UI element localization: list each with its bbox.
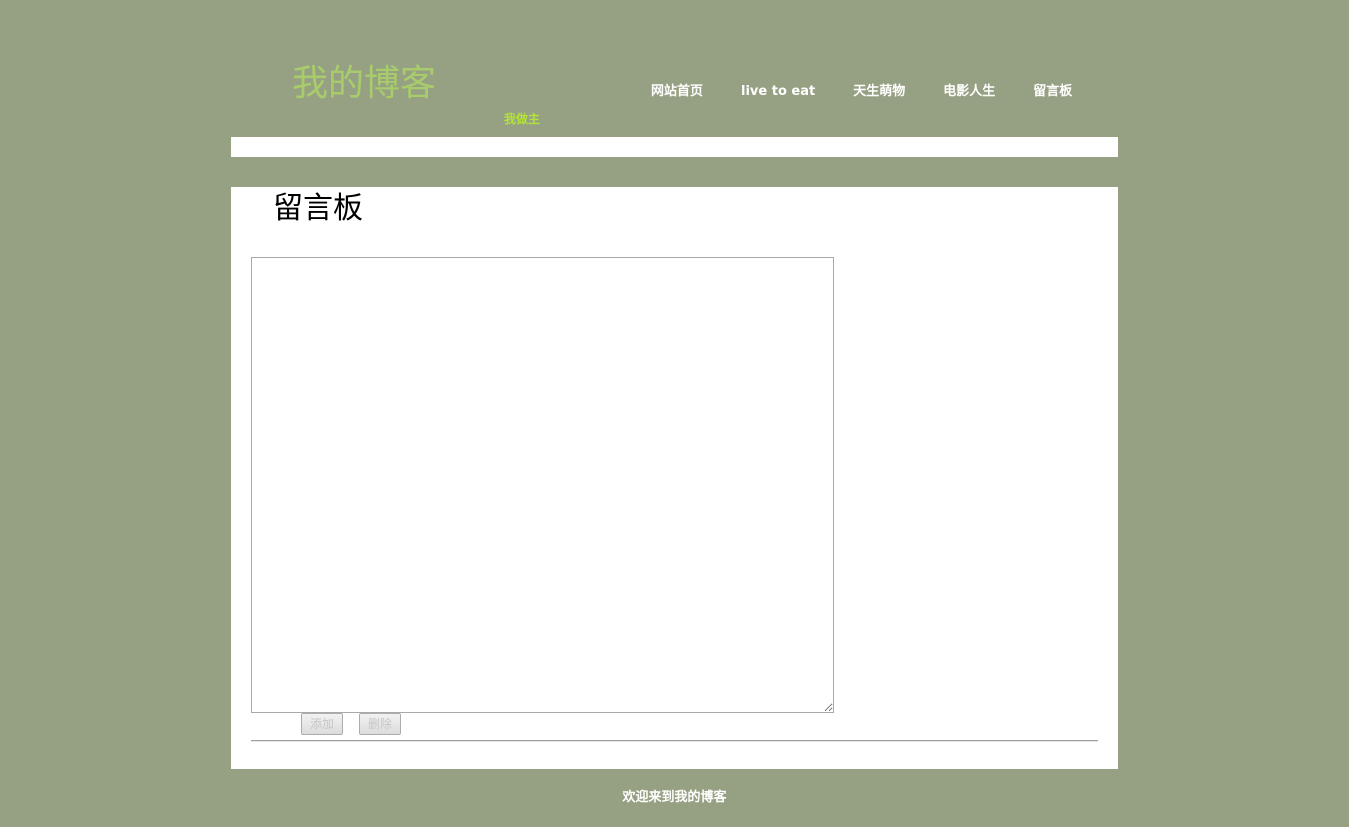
nav-item-live-to-eat[interactable]: live to eat — [741, 82, 815, 102]
header: 我的博客 我做主 网站首页 live to eat 天生萌物 电影人生 留言板 — [231, 0, 1118, 137]
main-nav: 网站首页 live to eat 天生萌物 电影人生 留言板 — [651, 82, 1072, 102]
site-title: 我的博客 — [292, 63, 437, 104]
content-divider — [251, 740, 1098, 742]
nav-item-movie-life[interactable]: 电影人生 — [943, 82, 995, 102]
message-textarea[interactable] — [251, 257, 834, 713]
site-subtitle: 我做主 — [504, 112, 541, 126]
header-divider-bar — [231, 137, 1118, 157]
footer-text: 欢迎来到我的博客 — [622, 790, 727, 805]
page-title: 留言板 — [273, 191, 363, 226]
nav-item-message-board[interactable]: 留言板 — [1033, 82, 1072, 102]
delete-button[interactable]: 删除 — [359, 713, 401, 735]
page: 我的博客 我做主 网站首页 live to eat 天生萌物 电影人生 留言板 … — [0, 0, 1349, 827]
nav-item-home[interactable]: 网站首页 — [651, 82, 703, 102]
message-board-panel: 留言板 添加 删除 — [231, 187, 1118, 769]
nav-item-cute-pets[interactable]: 天生萌物 — [853, 82, 905, 102]
add-button[interactable]: 添加 — [301, 713, 343, 735]
